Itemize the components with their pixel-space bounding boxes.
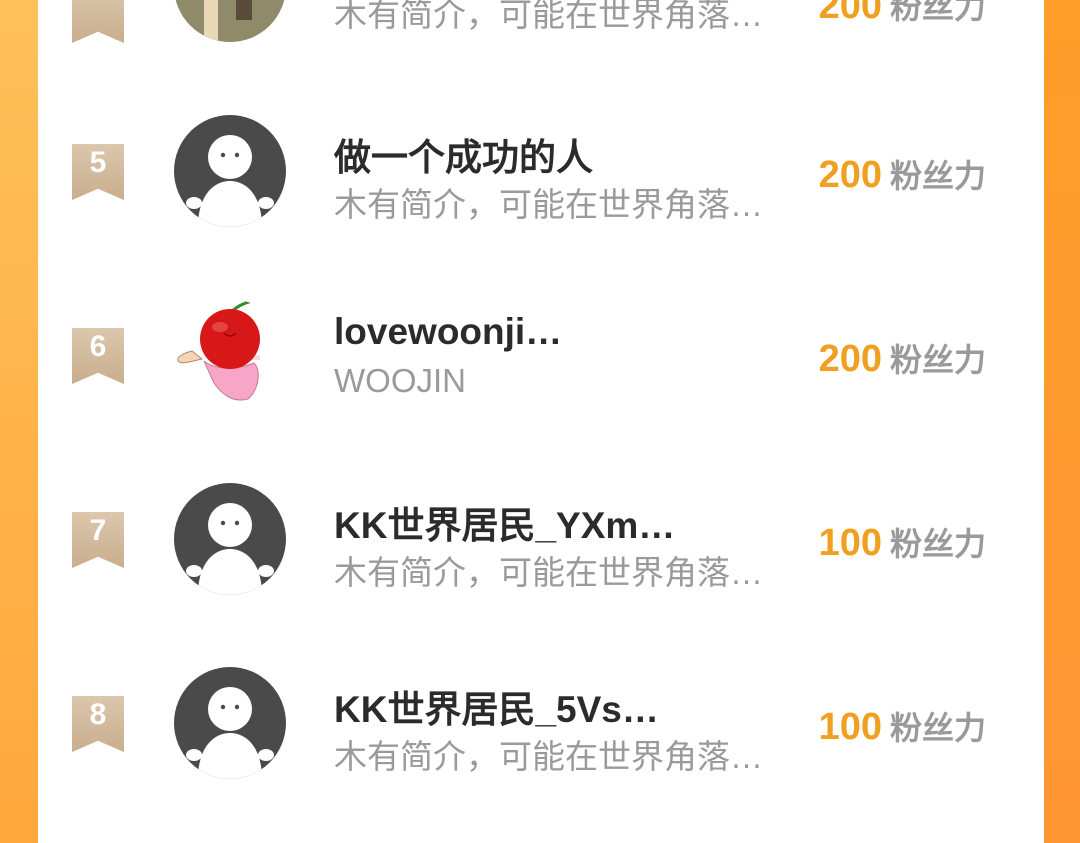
user-bio: 木有简介，可能在世界角落… [334, 186, 763, 223]
ranking-row[interactable]: 8 KK世界居民_5Vs… 木有简介，可能在世界角落… 100 粉丝力 [38, 630, 1044, 814]
fan-power-score: 100 粉丝力 [819, 703, 986, 749]
rank-badge: 7 [72, 512, 124, 568]
fan-power-unit: 粉丝力 [889, 710, 986, 746]
user-name: KK世界居民_5Vs… [334, 689, 659, 730]
rank-badge: 6 [72, 328, 124, 384]
ranking-row[interactable]: 木有简介，可能在世界角落… 200 粉丝力 [38, 0, 1044, 43]
fan-power-unit: 粉丝力 [889, 158, 986, 194]
fan-power-value: 100 [818, 706, 882, 748]
fan-power-score: 100 粉丝力 [819, 519, 986, 565]
fan-power-value: 200 [818, 154, 882, 196]
cherry-avatar[interactable] [174, 299, 286, 411]
user-bio: 木有简介，可能在世界角落… [334, 0, 763, 33]
user-name: KK世界居民_YXm… [334, 505, 676, 546]
ranking-list: 木有简介，可能在世界角落… 200 粉丝力 5 做一个成功的人 木有简介，可能在世… [38, 0, 1044, 843]
fan-power-score: 200 粉丝力 [819, 0, 986, 28]
user-name: lovewoonji… [334, 311, 563, 352]
fan-power-value: 200 [818, 0, 882, 27]
left-frame [0, 0, 38, 843]
rank-number: 6 [89, 330, 107, 363]
right-frame [1044, 0, 1080, 843]
fan-power-value: 100 [818, 522, 882, 564]
ranking-row[interactable]: 5 做一个成功的人 木有简介，可能在世界角落… 200 粉丝力 [38, 78, 1044, 262]
rank-number: 8 [89, 698, 107, 731]
default-avatar[interactable] [174, 483, 286, 595]
fan-power-value: 200 [818, 338, 882, 380]
fan-power-unit: 粉丝力 [889, 0, 986, 25]
fan-power-score: 200 粉丝力 [819, 151, 986, 197]
rank-badge: 8 [72, 696, 124, 752]
fan-power-score: 200 粉丝力 [819, 335, 986, 381]
photo-avatar[interactable] [174, 0, 286, 42]
user-bio: 木有简介，可能在世界角落… [334, 554, 763, 591]
user-name: 做一个成功的人 [334, 137, 593, 178]
user-bio: 木有简介，可能在世界角落… [334, 738, 763, 775]
rank-badge: 5 [72, 144, 124, 200]
ranking-row[interactable]: 6 lovewoonji… WOOJIN 200 粉丝力 [38, 262, 1044, 446]
default-avatar[interactable] [174, 667, 286, 779]
default-avatar[interactable] [174, 115, 286, 227]
rank-badge [72, 0, 124, 43]
fan-power-unit: 粉丝力 [889, 526, 986, 562]
rank-number: 7 [89, 514, 107, 547]
fan-power-unit: 粉丝力 [889, 342, 986, 378]
ranking-row[interactable]: 7 KK世界居民_YXm… 木有简介，可能在世界角落… 100 粉丝力 [38, 446, 1044, 630]
user-bio: WOOJIN [334, 362, 466, 399]
rank-number: 5 [89, 146, 107, 179]
